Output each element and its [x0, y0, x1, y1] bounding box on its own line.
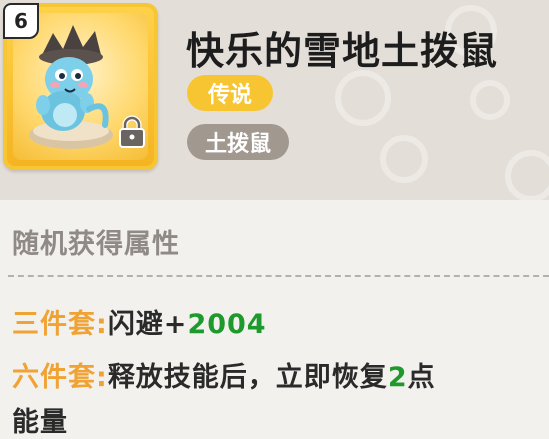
set6-text-after: 点 [407, 362, 436, 393]
item-card[interactable]: 6 [3, 3, 158, 170]
item-name: 快乐的雪地土拨鼠 [186, 29, 499, 73]
background-swirl-decoration [470, 80, 510, 120]
lock-icon [119, 115, 145, 148]
set3-bonus: 三件套:闪避+2004 [12, 302, 267, 341]
background-swirl-decoration [505, 150, 549, 200]
type-tag: 土拨鼠 [187, 124, 289, 160]
set3-label: 三件套 [12, 309, 96, 340]
rarity-tag: 传说 [187, 75, 273, 111]
set6-bonus-line2: 能量 [12, 407, 68, 438]
random-attributes-title: 随机获得属性 [12, 229, 180, 260]
level-badge: 6 [3, 3, 39, 39]
set6-bonus: 六件套:释放技能后，立即恢复2点 [12, 355, 436, 394]
set6-text-before: 释放技能后，立即恢复 [107, 362, 388, 393]
set6-label: 六件套 [12, 362, 96, 393]
set3-colon: : [96, 309, 108, 340]
set3-value: 2004 [187, 309, 267, 340]
background-swirl-decoration [380, 135, 428, 183]
set6-value: 2 [387, 362, 408, 393]
set3-stat: 闪避+ [107, 309, 188, 340]
background-swirl-decoration [335, 70, 391, 126]
dashed-divider [8, 275, 549, 277]
item-header: 6 快乐的雪地土拨鼠 传说 土拨鼠 [0, 0, 549, 200]
set6-colon: : [96, 362, 108, 393]
